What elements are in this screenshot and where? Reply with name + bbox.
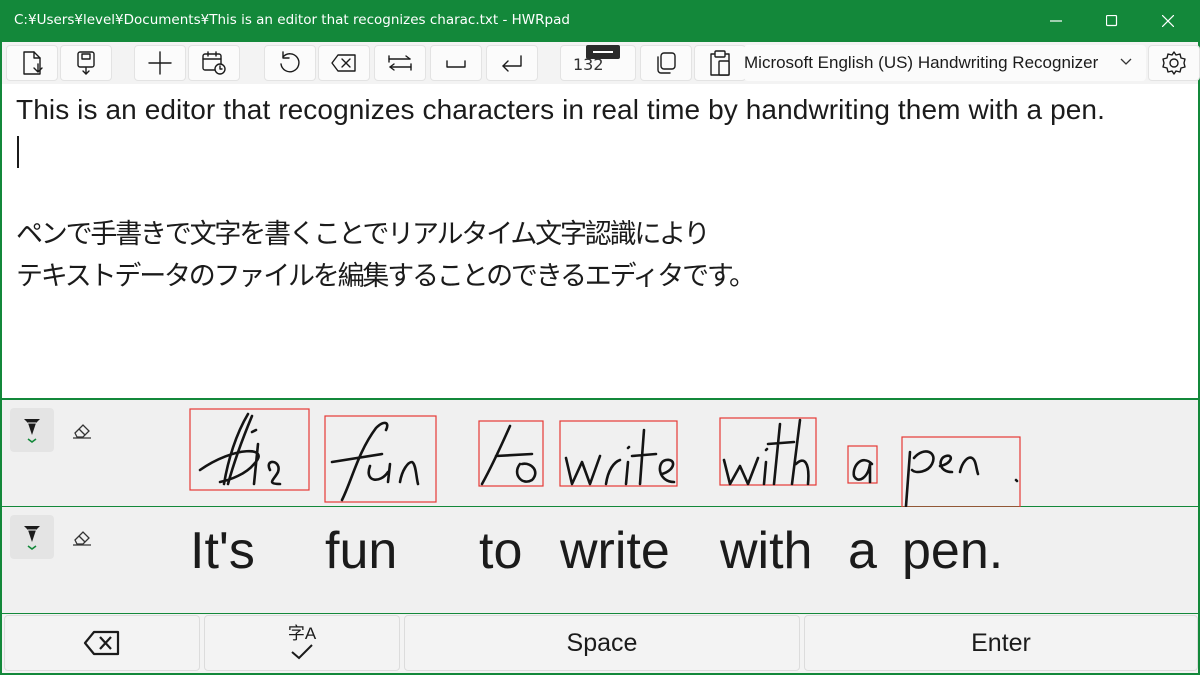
enter-key-button[interactable]: Enter: [804, 615, 1198, 671]
ink-word: [480, 424, 537, 486]
enter-button[interactable]: [486, 45, 538, 81]
word-box: [324, 415, 437, 503]
recognized-word[interactable]: write: [560, 521, 670, 581]
maximize-button[interactable]: [1084, 0, 1140, 42]
backspace-icon: [331, 54, 356, 72]
check-icon: [291, 644, 313, 660]
tab-icon: [388, 55, 412, 71]
ink-word: [852, 458, 874, 484]
paste-icon: [710, 50, 730, 76]
delete-button[interactable]: [318, 45, 370, 81]
minimize-button[interactable]: [1028, 0, 1084, 42]
backspace-button[interactable]: [4, 615, 200, 671]
pen-tool-button[interactable]: [10, 515, 54, 559]
undo-icon: [280, 51, 300, 73]
calendar-clock-icon: [202, 51, 226, 75]
chevron-down-icon: [1120, 58, 1132, 65]
close-button[interactable]: [1140, 0, 1196, 42]
minimize-icon: [1050, 20, 1062, 22]
convert-label: 字A: [287, 624, 317, 643]
enter-key-label: Enter: [971, 628, 1031, 657]
editor-line: This is an editor that recognizes charac…: [16, 94, 1105, 125]
text-editor[interactable]: This is an editor that recognizes charac…: [0, 84, 1200, 400]
copy-button[interactable]: [640, 45, 692, 81]
copy-icon: [657, 52, 676, 74]
space-button[interactable]: [430, 45, 482, 81]
gear-icon: [1162, 51, 1186, 75]
ink-word: [564, 428, 676, 486]
window-title: C:¥Users¥level¥Documents¥This is an edit…: [14, 12, 570, 28]
eraser-icon: [73, 531, 91, 546]
new-file-icon: [23, 51, 43, 75]
editor-line: テキストデータのファイルを編集することのできるエディタです。: [16, 261, 756, 292]
ink-word: [198, 412, 282, 486]
undo-button[interactable]: [264, 45, 316, 81]
recognizer-label: Microsoft English (US) Handwriting Recog…: [744, 53, 1099, 72]
space-icon: [446, 60, 466, 68]
tab-button[interactable]: [374, 45, 426, 81]
pen-icon: [24, 526, 40, 550]
ink-word: [722, 418, 810, 486]
maximize-icon: [1106, 15, 1118, 27]
char-count-value: 132: [573, 55, 604, 74]
insert-date-button[interactable]: [188, 45, 240, 81]
recognized-word[interactable]: fun: [325, 521, 397, 581]
recognized-word[interactable]: It's: [190, 521, 255, 581]
recognizer-select[interactable]: Microsoft English (US) Handwriting Recog…: [744, 45, 1146, 81]
plus-icon: [148, 51, 172, 75]
recognized-word[interactable]: a: [848, 521, 877, 581]
recognized-word[interactable]: with: [720, 521, 812, 581]
bottom-bar: 字A Space Enter: [0, 614, 1200, 675]
handwriting-canvas[interactable]: [0, 400, 1200, 507]
save-button[interactable]: [60, 45, 112, 81]
ink-strokes: [189, 408, 1021, 507]
save-icon: [77, 51, 95, 75]
add-button[interactable]: [134, 45, 186, 81]
toolbar: 132 Microsoft English (US) Handwriting R…: [0, 42, 1200, 84]
char-count: 132: [560, 45, 636, 81]
ink-word: [904, 450, 1019, 507]
settings-button[interactable]: [1148, 45, 1200, 81]
ink-word: [330, 421, 420, 502]
paste-button[interactable]: [694, 45, 746, 81]
close-icon: [1162, 15, 1174, 27]
recognized-word[interactable]: pen.: [902, 521, 1003, 581]
recognized-text-panel: It's fun to write with a pen.: [0, 507, 1200, 614]
editor-line: ペンで手書きで文字を書くことでリアルタイム文字認識により: [16, 219, 710, 250]
enter-icon: [502, 55, 522, 72]
space-key-label: Space: [566, 628, 638, 657]
recognized-word[interactable]: to: [479, 521, 522, 581]
word-box: [559, 420, 678, 487]
new-file-button[interactable]: [6, 45, 58, 81]
convert-button[interactable]: 字A: [204, 615, 400, 671]
eraser-tool-button[interactable]: [68, 523, 96, 551]
backspace-icon: [83, 630, 120, 656]
space-key-button[interactable]: Space: [404, 615, 800, 671]
text-caret: [17, 136, 19, 168]
title-bar: C:¥Users¥level¥Documents¥This is an edit…: [0, 0, 1200, 42]
